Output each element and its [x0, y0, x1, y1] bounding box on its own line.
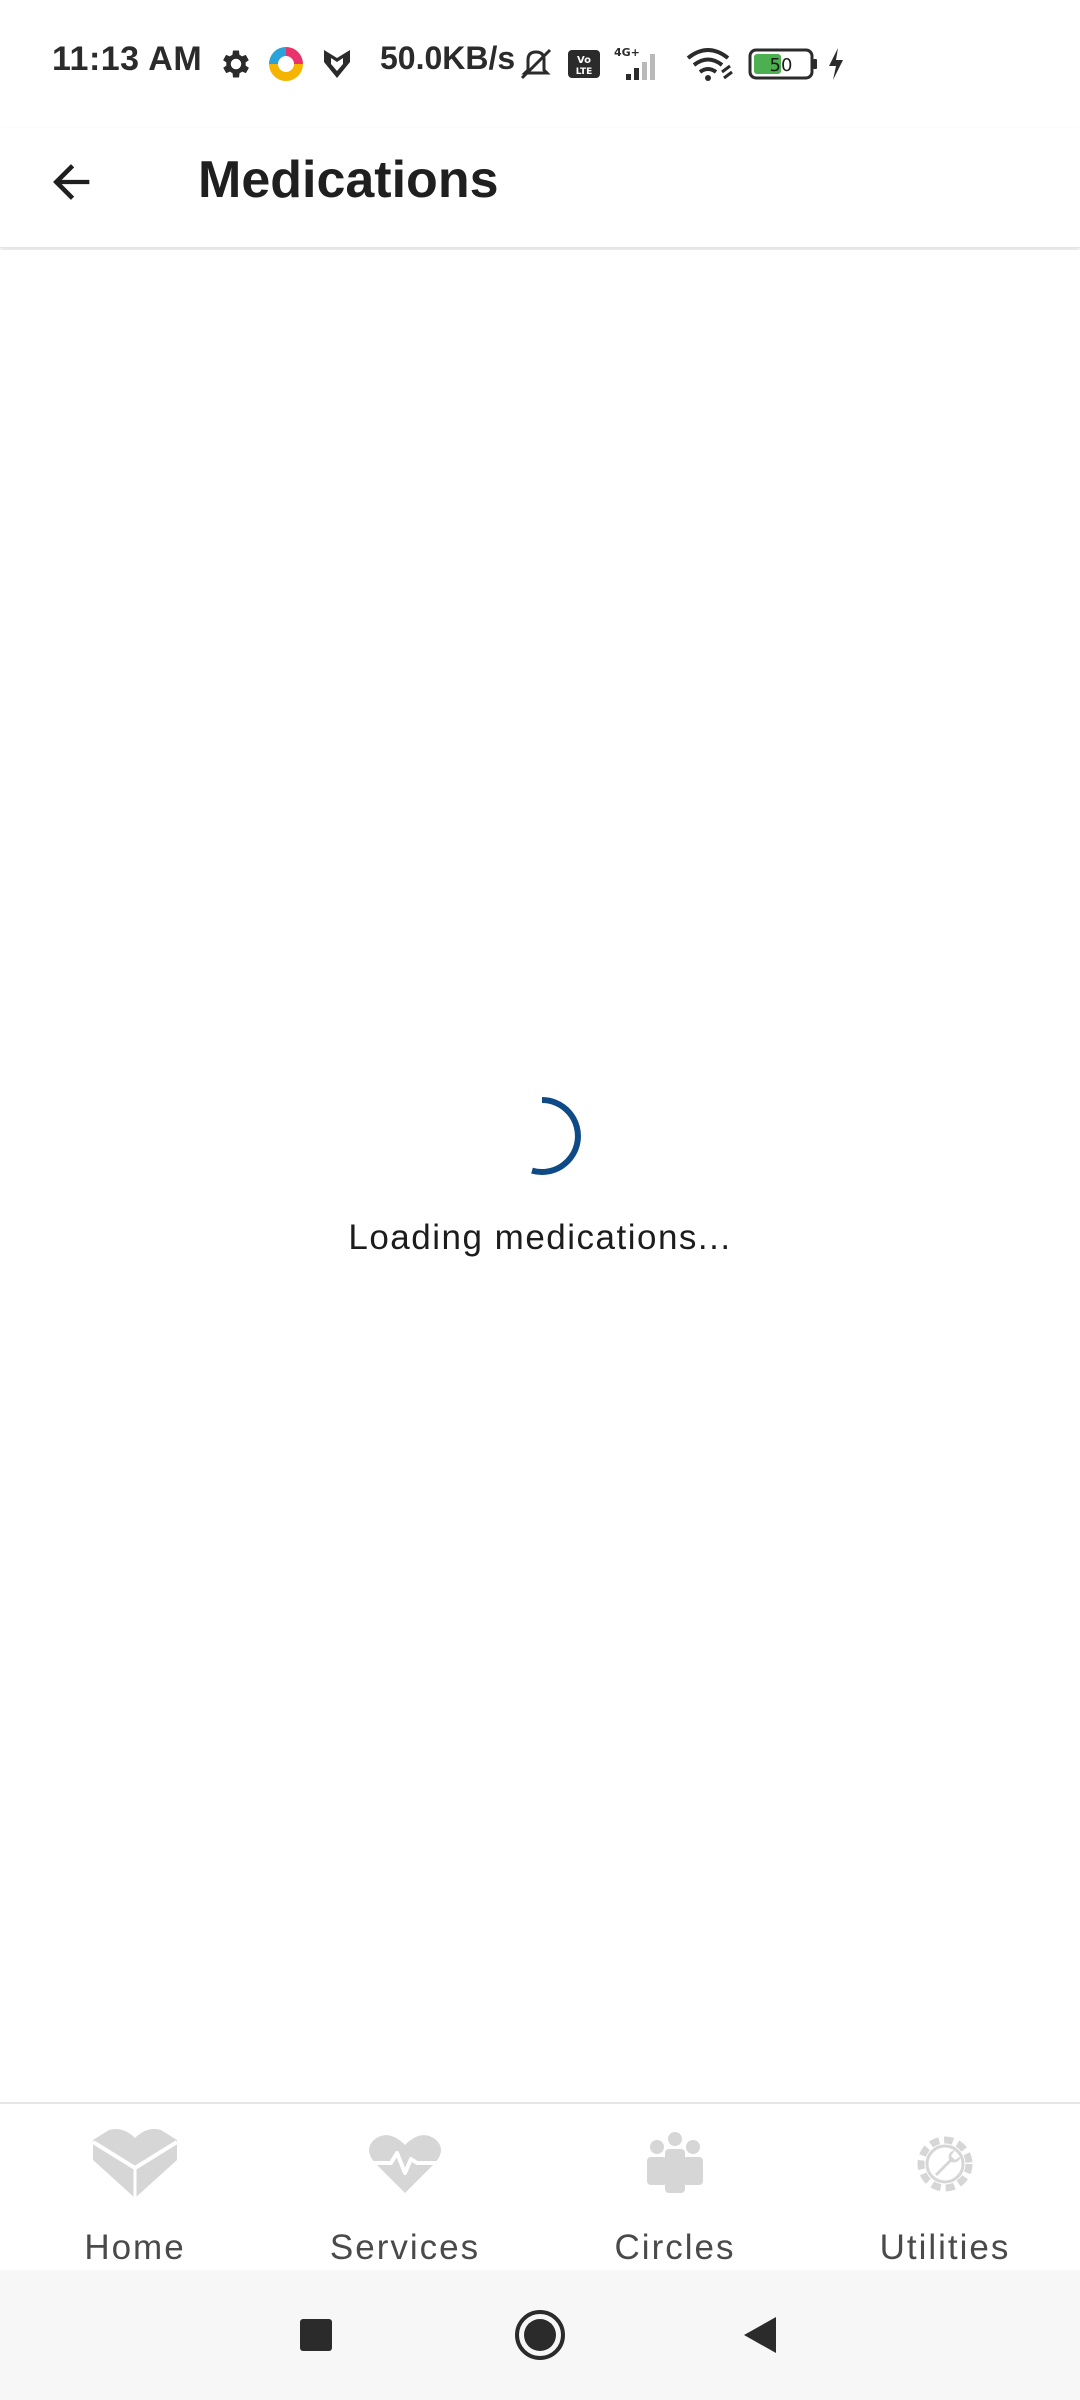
battery-level: 50: [770, 55, 793, 76]
back-button[interactable]: [32, 142, 112, 222]
svg-text:Vo: Vo: [577, 55, 591, 66]
loading-spinner: [531, 1097, 581, 1175]
nav-label-utilities: Utilities: [879, 2228, 1011, 2267]
page-title: Medications: [198, 151, 499, 209]
signal-4g-icon: 4G+: [614, 46, 655, 80]
mute-icon: [520, 48, 552, 80]
nav-label-services: Services: [329, 2228, 481, 2267]
wifi-icon: [686, 48, 733, 81]
status-time: 11:13 AM: [52, 40, 203, 78]
back-nav-button[interactable]: [725, 2300, 795, 2370]
app-bar: Medications: [0, 128, 1080, 248]
nav-item-circles[interactable]: Circles: [540, 2104, 810, 2272]
svg-text:LTE: LTE: [576, 67, 593, 77]
home-heart-icon: [89, 2124, 181, 2204]
shield-app-icon: [324, 50, 350, 78]
loading-text: Loading medications...: [348, 1218, 732, 1257]
arrow-left-icon: [53, 164, 90, 200]
volte-icon: Vo LTE: [568, 50, 600, 78]
recents-square-icon: [300, 2319, 332, 2351]
nav-label-circles: Circles: [614, 2228, 736, 2267]
system-nav-bar: [0, 2270, 1080, 2400]
app-color-icon: [269, 47, 303, 81]
nav-item-utilities[interactable]: Utilities: [810, 2104, 1080, 2272]
charging-icon: [829, 48, 843, 80]
nav-item-home[interactable]: Home: [0, 2104, 270, 2272]
heart-pulse-icon: [359, 2124, 451, 2204]
bottom-nav: Home Services Circles Utilities: [0, 2102, 1080, 2270]
home-button[interactable]: [505, 2300, 575, 2370]
svg-text:4G+: 4G+: [614, 46, 640, 59]
network-speed: 50.0KB/s: [380, 40, 516, 76]
home-circle-icon: [515, 2310, 565, 2360]
battery-icon: 50: [748, 48, 817, 80]
gear-wrench-icon: [899, 2124, 991, 2204]
nav-label-home: Home: [84, 2228, 186, 2267]
people-group-icon: [629, 2124, 721, 2204]
nav-item-services[interactable]: Services: [270, 2104, 540, 2272]
back-triangle-icon: [744, 2317, 776, 2353]
recents-button[interactable]: [281, 2300, 351, 2370]
status-bar: 11:13 AM 50.0KB/s Vo LTE 4G+ 50: [0, 0, 1080, 128]
gear-icon: [223, 50, 249, 78]
